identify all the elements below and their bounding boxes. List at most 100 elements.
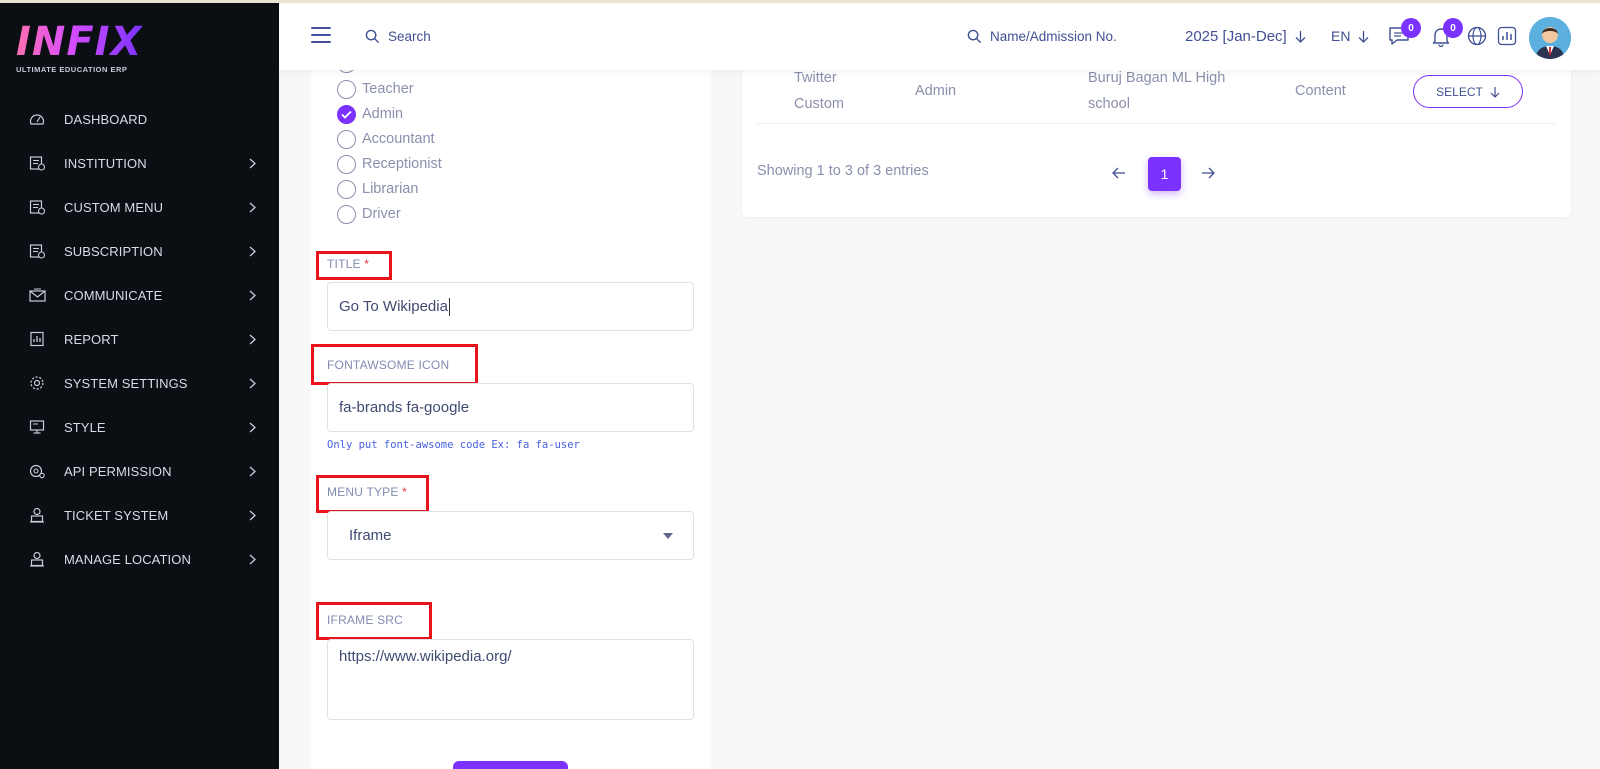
table-cell-title: Twitter Custom (794, 65, 844, 117)
role-option-admin[interactable]: Admin (337, 104, 403, 124)
custom-menu-icon (28, 198, 46, 216)
required-asterisk: * (402, 485, 408, 499)
notifications-button[interactable]: 0 (1429, 18, 1463, 48)
gear-icon (28, 374, 46, 392)
select-action-button[interactable]: SELECT (1413, 75, 1523, 108)
sidebar-item-dashboard[interactable]: DASHBOARD (0, 97, 279, 141)
logo[interactable]: INFIX ULTIMATE EDUCATION ERP (16, 22, 142, 74)
sidebar-item-ticket-system[interactable]: TICKET SYSTEM (0, 493, 279, 537)
dropdown-triangle-icon (663, 533, 673, 539)
sidebar: INFIX ULTIMATE EDUCATION ERP DASHBOARD IN… (0, 0, 279, 769)
chevron-right-icon (247, 553, 257, 565)
menu-type-select[interactable]: Iframe (327, 511, 694, 560)
sidebar-item-label: STYLE (64, 419, 106, 435)
icon-hint: Only put font-awsome code Ex: fa fa-user (327, 439, 580, 451)
sidebar-item-system-settings[interactable]: SYSTEM SETTINGS (0, 361, 279, 405)
sidebar-item-custom-menu[interactable]: CUSTOM MENU (0, 185, 279, 229)
logo-text: INFIX (16, 19, 143, 65)
chevron-right-icon (247, 289, 257, 301)
role-label: Librarian (362, 181, 419, 197)
sidebar-item-report[interactable]: REPORT (0, 317, 279, 361)
save-button[interactable] (453, 761, 568, 769)
table-cell-role: Admin (915, 83, 957, 99)
website-button[interactable] (1465, 24, 1489, 48)
report-icon (28, 330, 46, 348)
student-search-box[interactable]: Name/Admission No. (967, 23, 1117, 49)
iframe-src-value: https://www.wikipedia.org/ (339, 648, 512, 665)
top-accent-line (0, 0, 1600, 3)
messages-button[interactable]: 0 (1387, 18, 1421, 48)
title-line-2: Custom (794, 96, 844, 112)
sidebar-item-label: REPORT (64, 331, 119, 347)
user-avatar[interactable] (1529, 17, 1571, 59)
entries-info: Showing 1 to 3 of 3 entries (757, 163, 929, 179)
monitor-icon (28, 418, 46, 436)
menu-type-label: MENU TYPE * (327, 485, 407, 499)
radio-icon[interactable] (337, 79, 356, 99)
student-search-placeholder: Name/Admission No. (990, 28, 1117, 44)
logo-tagline: ULTIMATE EDUCATION ERP (16, 65, 128, 74)
arrow-down-icon (1358, 30, 1369, 43)
reports-button[interactable] (1495, 24, 1519, 48)
page-1-button[interactable]: 1 (1148, 157, 1181, 191)
sidebar-item-institution[interactable]: INSTITUTION (0, 141, 279, 185)
sidebar-item-label: CUSTOM MENU (64, 199, 164, 215)
arrow-down-icon (1490, 86, 1500, 98)
select-action-label: SELECT (1436, 84, 1483, 99)
language-dropdown[interactable]: EN (1331, 23, 1369, 49)
role-label: Receptionist (362, 156, 442, 172)
title-input[interactable]: Go To Wikipedia (327, 282, 694, 331)
checked-radio-icon[interactable] (337, 104, 356, 124)
radio-icon[interactable] (337, 154, 356, 174)
notification-count-badge: 0 (1443, 18, 1463, 38)
arrow-right-icon (1202, 167, 1215, 179)
top-header: Search Name/Admission No. 2025 [Jan-Dec]… (279, 3, 1600, 70)
chevron-right-icon (247, 509, 257, 521)
menu-toggle-icon[interactable] (311, 27, 331, 45)
chevron-right-icon (247, 333, 257, 345)
chevron-right-icon (247, 421, 257, 433)
menu-type-label-text: MENU TYPE (327, 485, 399, 499)
sidebar-item-subscription[interactable]: SUBSCRIPTION (0, 229, 279, 273)
academic-year-dropdown[interactable]: 2025 [Jan-Dec] (1185, 23, 1306, 49)
sidebar-item-manage-location[interactable]: MANAGE LOCATION (0, 537, 279, 581)
bar-chart-icon (1497, 26, 1517, 46)
search-icon (967, 29, 982, 43)
sidebar-item-style[interactable]: STYLE (0, 405, 279, 449)
ticket-icon (28, 506, 46, 524)
subscription-icon (28, 242, 46, 260)
role-option-teacher[interactable]: Teacher (337, 79, 414, 99)
title-label: TITLE * (327, 257, 369, 271)
role-option-receptionist[interactable]: Receptionist (337, 154, 442, 174)
role-option-driver[interactable]: Driver (337, 204, 401, 224)
sidebar-item-communicate[interactable]: COMMUNICATE (0, 273, 279, 317)
sidebar-nav: DASHBOARD INSTITUTION CUSTOM MENU SUBSCRIPT… (0, 97, 279, 581)
sidebar-item-api-permission[interactable]: API PERMISSION (0, 449, 279, 493)
radio-icon[interactable] (337, 179, 356, 199)
iframe-src-textarea[interactable]: https://www.wikipedia.org/ (327, 639, 694, 720)
role-option-librarian[interactable]: Librarian (337, 179, 418, 199)
search-box[interactable]: Search (365, 23, 431, 49)
role-label: Admin (362, 106, 404, 122)
envelope-icon (28, 286, 46, 304)
radio-icon[interactable] (337, 204, 356, 224)
icon-input[interactable]: fa-brands fa-google (327, 383, 694, 432)
sidebar-item-label: INSTITUTION (64, 155, 147, 171)
table-cell-type: Content (1295, 83, 1346, 99)
sidebar-item-label: DASHBOARD (64, 111, 148, 127)
menu-type-value: Iframe (349, 527, 392, 544)
sidebar-item-label: API PERMISSION (64, 463, 172, 479)
chevron-right-icon (247, 245, 257, 257)
prev-page-button[interactable] (1109, 163, 1129, 183)
radio-icon[interactable] (337, 129, 356, 149)
next-page-button[interactable] (1198, 163, 1218, 183)
table-cell-school: Buruj Bagan ML High school (1088, 65, 1225, 117)
role-label: Driver (362, 206, 401, 222)
role-option-accountant[interactable]: Accountant (337, 129, 435, 149)
sidebar-item-label: COMMUNICATE (64, 287, 163, 303)
sidebar-item-label: SYSTEM SETTINGS (64, 375, 188, 391)
icon-input-value: fa-brands fa-google (339, 399, 470, 416)
school-line-2: school (1088, 96, 1130, 112)
chevron-right-icon (247, 157, 257, 169)
sidebar-item-label: SUBSCRIPTION (64, 243, 163, 259)
